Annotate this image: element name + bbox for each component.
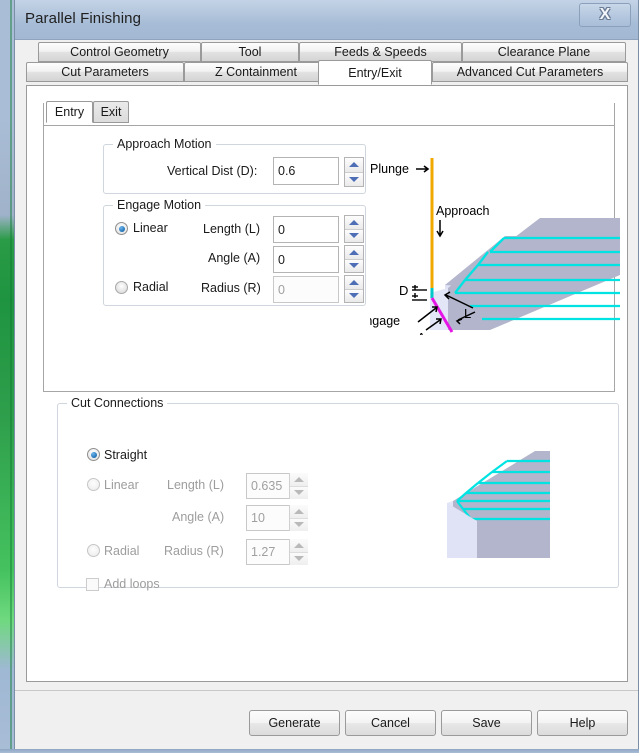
cut-radial-label: Radial — [104, 544, 140, 558]
engage-diagram-label: Engage — [370, 314, 400, 328]
cut-connections-diagram — [447, 451, 550, 558]
add-loops-label: Add loops — [104, 577, 160, 591]
chevron-up-icon — [349, 162, 359, 168]
cut-angle-spinner-down[interactable] — [290, 518, 308, 531]
vertical-dist-spinner[interactable] — [344, 157, 364, 187]
engage-angle-spinner-down[interactable] — [345, 259, 363, 272]
entry-motion-diagram: Plunge Approach D Engage A L — [370, 158, 620, 335]
plunge-label: Plunge — [370, 162, 409, 176]
background-desktop-edge — [10, 0, 12, 753]
cut-length-label: Length (L) — [167, 478, 224, 492]
parallel-finishing-dialog: Parallel Finishing X Control Geometry To… — [14, 0, 639, 749]
vertical-dist-spinner-down[interactable] — [345, 172, 363, 186]
engage-radial-radio[interactable] — [115, 281, 128, 294]
cut-linear-label: Linear — [104, 478, 139, 492]
screen: Parallel Finishing X Control Geometry To… — [0, 0, 639, 753]
engage-angle-label: Angle (A) — [208, 251, 261, 265]
engage-radius-spinner-up[interactable] — [345, 276, 363, 290]
cut-angle-spinner[interactable] — [289, 505, 308, 531]
engage-angle-spinner-up[interactable] — [345, 246, 363, 260]
chevron-up-icon — [349, 279, 359, 285]
plunge-arrow-icon — [416, 165, 430, 173]
chevron-down-icon — [294, 490, 304, 496]
cut-angle-label: Angle (A) — [172, 510, 225, 524]
chevron-up-icon — [294, 508, 304, 514]
engage-angle-input[interactable]: 0 — [273, 246, 339, 273]
add-loops-checkbox[interactable] — [86, 578, 99, 591]
vertical-dist-input[interactable]: 0.6 — [273, 157, 339, 185]
cut-length-spinner-up[interactable] — [290, 473, 308, 487]
d-dimension-icon — [412, 285, 427, 301]
cut-radius-spinner[interactable] — [289, 539, 308, 565]
cut-radius-label: Radius (R) — [164, 544, 224, 558]
cut-angle-spinner-up[interactable] — [290, 505, 308, 519]
engage-linear-label: Linear — [133, 221, 168, 235]
dialog-button-bar: Generate Cancel Save Help — [15, 690, 638, 749]
tab-cut-parameters[interactable]: Cut Parameters — [26, 62, 184, 82]
engage-radius-input[interactable]: 0 — [273, 276, 339, 303]
a-label: A — [417, 330, 426, 335]
close-icon: X — [599, 6, 611, 23]
d-label: D — [399, 283, 408, 298]
engage-length-label: Length (L) — [203, 222, 260, 236]
close-button[interactable]: X — [579, 3, 631, 27]
engage-radius-spinner[interactable] — [344, 275, 364, 303]
engage-length-spinner-up[interactable] — [345, 216, 363, 230]
chevron-down-icon — [349, 233, 359, 239]
engage-angle-spinner[interactable] — [344, 245, 364, 273]
cut-radial-radio[interactable] — [87, 544, 100, 557]
engage-linear-radio[interactable] — [115, 222, 128, 235]
chevron-down-icon — [349, 263, 359, 269]
chevron-down-icon — [349, 176, 359, 182]
approach-leader — [436, 220, 444, 238]
approach-label: Approach — [436, 204, 490, 218]
cut-linear-radio[interactable] — [87, 478, 100, 491]
cancel-button[interactable]: Cancel — [345, 710, 436, 736]
cut-length-spinner[interactable] — [289, 473, 308, 499]
engage-length-spinner[interactable] — [344, 215, 364, 243]
tab-control-geometry[interactable]: Control Geometry — [38, 42, 201, 62]
chevron-down-icon — [294, 556, 304, 562]
cut-radius-spinner-up[interactable] — [290, 539, 308, 553]
chevron-up-icon — [349, 219, 359, 225]
save-button[interactable]: Save — [441, 710, 532, 736]
generate-button[interactable]: Generate — [249, 710, 340, 736]
main-tab-strip: Control Geometry Tool Feeds & Speeds Cle… — [26, 42, 628, 86]
chevron-down-icon — [349, 293, 359, 299]
approach-motion-title: Approach Motion — [113, 137, 216, 151]
vertical-dist-label: Vertical Dist (D): — [167, 164, 258, 178]
title-bar: Parallel Finishing X — [15, 0, 638, 40]
subtab-underline — [43, 125, 615, 126]
tab-advanced-cut-parameters[interactable]: Advanced Cut Parameters — [432, 62, 628, 82]
chevron-down-icon — [294, 522, 304, 528]
chevron-up-icon — [294, 542, 304, 548]
engage-motion-title: Engage Motion — [113, 198, 206, 212]
engage-length-spinner-down[interactable] — [345, 229, 363, 242]
window-bottom-accent — [0, 749, 639, 753]
engage-length-input[interactable]: 0 — [273, 216, 339, 243]
cut-length-spinner-down[interactable] — [290, 486, 308, 499]
engage-radius-spinner-down[interactable] — [345, 289, 363, 302]
dialog-title: Parallel Finishing — [25, 10, 142, 27]
chevron-up-icon — [294, 476, 304, 482]
vertical-dist-spinner-up[interactable] — [345, 158, 363, 173]
cut-straight-radio[interactable] — [87, 448, 100, 461]
tab-z-containment[interactable]: Z Containment — [184, 62, 328, 82]
tab-tool[interactable]: Tool — [201, 42, 299, 62]
engage-radial-label: Radial — [133, 280, 169, 294]
cut-connections-title: Cut Connections — [67, 396, 168, 410]
cut-radius-spinner-down[interactable] — [290, 552, 308, 565]
subtab-exit[interactable]: Exit — [93, 101, 129, 123]
chevron-up-icon — [349, 249, 359, 255]
engage-radius-label: Radius (R) — [201, 281, 261, 295]
cut-straight-label: Straight — [104, 448, 148, 462]
subtab-entry[interactable]: Entry — [46, 101, 93, 123]
tab-feeds-and-speeds[interactable]: Feeds & Speeds — [299, 42, 462, 62]
tab-clearance-plane[interactable]: Clearance Plane — [462, 42, 626, 62]
help-button[interactable]: Help — [537, 710, 628, 736]
tab-entry-exit[interactable]: Entry/Exit — [318, 60, 432, 85]
